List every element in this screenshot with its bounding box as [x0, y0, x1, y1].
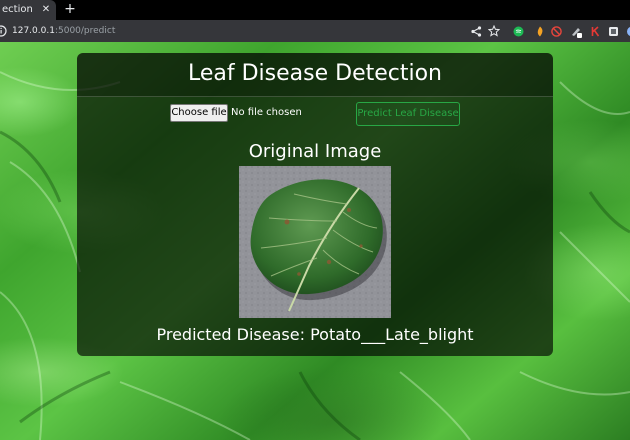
tab-title: ection — [2, 4, 33, 15]
original-image-heading: Original Image — [248, 141, 382, 162]
extension-square-icon[interactable] — [606, 24, 620, 38]
browser-tab[interactable]: ection ✕ — [0, 0, 56, 20]
browser-tabstrip: ection ✕ + — [0, 0, 630, 20]
profile-icon[interactable] — [622, 24, 630, 38]
extension-red-k-icon[interactable] — [588, 24, 602, 38]
url-path: :5000/predict — [54, 26, 116, 36]
address-bar[interactable]: 127.0.0.1:5000/predict — [12, 24, 115, 38]
page-background: Leaf Disease Detection Choose file No fi… — [0, 42, 630, 440]
browser-toolbar: 127.0.0.1:5000/predict — [0, 20, 630, 42]
predict-button[interactable]: Predict Leaf Disease — [356, 102, 460, 126]
page-title: Leaf Disease Detection — [187, 61, 443, 86]
choose-file-button[interactable]: Choose file — [170, 104, 228, 122]
tab-close-icon[interactable]: ✕ — [40, 4, 52, 16]
file-status-text: No file chosen — [231, 107, 302, 118]
extension-red-icon[interactable] — [549, 24, 563, 38]
extension-orange-icon[interactable] — [533, 24, 547, 38]
card-header: Leaf Disease Detection — [77, 53, 553, 97]
star-icon[interactable] — [487, 24, 501, 38]
prediction-card: Leaf Disease Detection Choose file No fi… — [77, 53, 553, 356]
url-host: 127.0.0.1 — [12, 26, 55, 36]
extension-pen-icon[interactable] — [569, 24, 583, 38]
leaf-image — [239, 166, 391, 318]
share-icon[interactable] — [469, 24, 483, 38]
new-tab-icon[interactable]: + — [62, 0, 78, 20]
info-icon[interactable] — [0, 25, 7, 37]
prediction-result: Predicted Disease: Potato___Late_blight — [156, 325, 474, 344]
extension-green-icon[interactable] — [511, 24, 525, 38]
